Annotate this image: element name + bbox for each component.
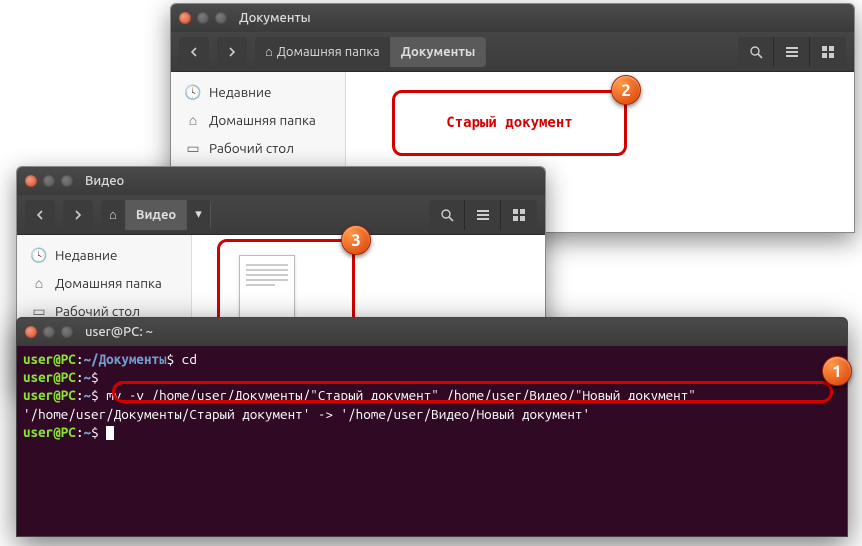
breadcrumb: ⌂Домашняя папка Документы <box>255 37 486 67</box>
close-icon[interactable] <box>25 326 37 338</box>
breadcrumb-home[interactable]: ⌂Домашняя папка <box>255 37 391 67</box>
maximize-icon[interactable] <box>61 175 73 187</box>
forward-button[interactable] <box>217 37 247 67</box>
toolbar: ⌂ Видео ▾ <box>17 195 545 235</box>
mv-command: mv -v /home/user/Документы/"Старый докум… <box>106 387 696 403</box>
search-button[interactable] <box>738 37 774 67</box>
chevron-down-icon: ▾ <box>195 207 202 222</box>
breadcrumb-dropdown[interactable]: ▾ <box>187 200 211 230</box>
sidebar-item-desktop[interactable]: ▭Рабочий стол <box>171 134 345 162</box>
breadcrumb: ⌂ Видео ▾ <box>101 200 211 230</box>
close-icon[interactable] <box>25 175 37 187</box>
window-title: Документы <box>239 11 311 25</box>
terminal-window: user@PC: ~ user@PC:~/Документы$ cd user@… <box>16 317 848 537</box>
forward-button[interactable] <box>63 200 93 230</box>
breadcrumb-videos[interactable]: Видео <box>126 200 187 230</box>
sidebar-item-home[interactable]: ⌂Домашняя папка <box>17 269 191 297</box>
home-icon: ⌂ <box>185 112 201 128</box>
maximize-icon[interactable] <box>61 326 73 338</box>
toolbar: ⌂Домашняя папка Документы <box>171 32 854 72</box>
sidebar-item-recent[interactable]: 🕓Недавние <box>17 241 191 269</box>
titlebar[interactable]: user@PC: ~ <box>17 318 847 346</box>
list-view-button[interactable] <box>774 37 810 67</box>
close-icon[interactable] <box>179 12 191 24</box>
minimize-icon[interactable] <box>43 175 55 187</box>
home-icon: ⌂ <box>31 275 47 291</box>
terminal-body[interactable]: user@PC:~/Документы$ cd user@PC:~$ user@… <box>17 346 847 445</box>
search-button[interactable] <box>429 200 465 230</box>
clock-icon: 🕓 <box>185 84 201 100</box>
breadcrumb-documents[interactable]: Документы <box>391 37 487 67</box>
breadcrumb-home[interactable]: ⌂ <box>101 200 126 230</box>
mv-output: '/home/user/Документы/Старый документ' -… <box>23 406 590 422</box>
home-icon: ⌂ <box>109 207 117 222</box>
back-button[interactable] <box>25 200 55 230</box>
clock-icon: 🕓 <box>31 247 47 263</box>
window-title: Видео <box>85 174 124 188</box>
terminal-cursor <box>106 426 114 440</box>
grid-view-button[interactable] <box>501 200 537 230</box>
titlebar[interactable]: Документы <box>171 4 854 32</box>
back-button[interactable] <box>179 37 209 67</box>
document-icon <box>239 255 295 325</box>
maximize-icon[interactable] <box>215 12 227 24</box>
minimize-icon[interactable] <box>197 12 209 24</box>
sidebar-item-recent[interactable]: 🕓Недавние <box>171 78 345 106</box>
sidebar-item-home[interactable]: ⌂Домашняя папка <box>171 106 345 134</box>
grid-view-button[interactable] <box>810 37 846 67</box>
home-icon: ⌂ <box>265 44 273 59</box>
folder-icon: ▭ <box>185 140 201 156</box>
list-view-button[interactable] <box>465 200 501 230</box>
window-title: user@PC: ~ <box>85 325 153 339</box>
titlebar[interactable]: Видео <box>17 167 545 195</box>
minimize-icon[interactable] <box>43 326 55 338</box>
